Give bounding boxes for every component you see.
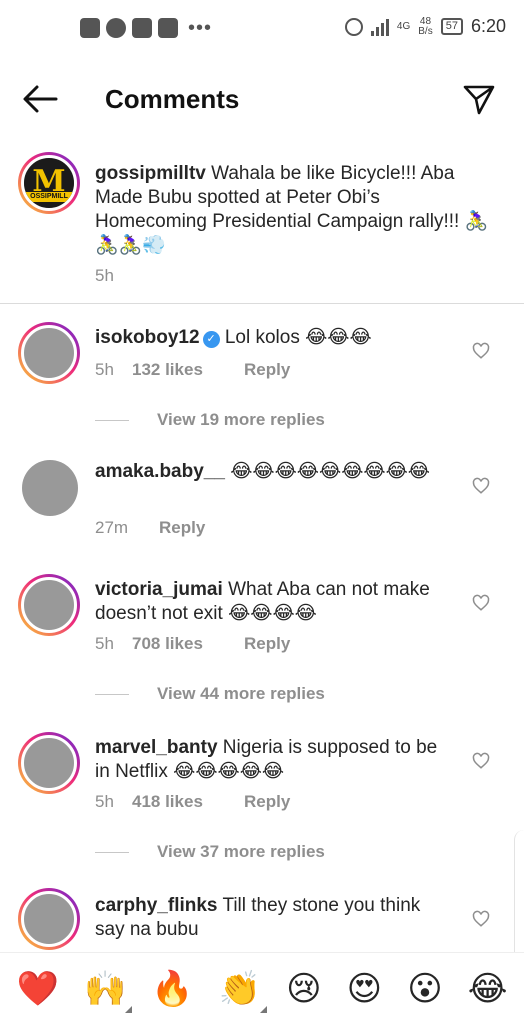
comment-text: victoria_jumai What Aba can not make doe… — [95, 578, 455, 626]
heart-outline-icon[interactable] — [472, 594, 490, 612]
username[interactable]: carphy_flinks — [95, 895, 218, 916]
clock: 6:20 — [470, 16, 506, 36]
timestamp: 5h — [95, 266, 114, 285]
reply-button[interactable]: Reply — [159, 518, 205, 538]
comment-body: 😂😂😂😂😂😂😂😂😂 — [230, 461, 431, 482]
network-type: 4G — [396, 20, 411, 32]
heart-outline-icon[interactable] — [472, 342, 490, 360]
raising-hands-emoji-button[interactable]: 🙌 — [84, 969, 133, 1013]
like-count[interactable]: 708 likes — [132, 634, 244, 654]
heart-outline-icon[interactable] — [472, 910, 490, 928]
username[interactable]: amaka.baby__ — [95, 461, 225, 482]
alarm-icon — [344, 17, 363, 36]
view-replies-label: View 19 more replies — [157, 410, 325, 429]
reply-button[interactable]: Reply — [244, 634, 290, 654]
heart-outline-icon[interactable] — [472, 477, 490, 495]
comment-text: amaka.baby__ 😂😂😂😂😂😂😂😂😂 — [95, 460, 455, 484]
laughing-emoji-button[interactable]: 😂 — [468, 969, 508, 1009]
timestamp: 5h — [95, 792, 114, 811]
divider — [95, 693, 129, 695]
divider — [95, 419, 129, 421]
avatar[interactable]: M OSSIPMILL — [18, 152, 80, 214]
heart-emoji-button[interactable]: ❤️ — [17, 969, 59, 1009]
comment-meta: 5h 418 likes Reply — [95, 792, 290, 812]
username[interactable]: marvel_banty — [95, 737, 218, 758]
app-n-icon — [132, 18, 152, 38]
status-bar: ••• 4G 48 B/s 57 6:20 — [0, 0, 524, 60]
clapping-emoji-button[interactable]: 👏 — [219, 969, 268, 1013]
message-icon — [80, 18, 100, 38]
username[interactable]: isokoboy12 — [95, 327, 200, 348]
page-title: Comments — [105, 84, 240, 114]
caption-text: gossipmilltv Wahala be like Bicycle!!! A… — [95, 162, 495, 258]
comment-meta: 5h 132 likes Reply — [95, 360, 290, 380]
comment-text: isokoboy12 ✓ Lol kolos 😂😂😂 — [95, 326, 455, 350]
divider — [95, 851, 129, 853]
verified-badge-icon: ✓ — [202, 331, 220, 348]
comment-text: carphy_flinks Till they stone you think … — [95, 894, 455, 942]
comments-header: Comments — [0, 70, 524, 130]
system-status: 4G 48 B/s 57 6:20 — [344, 15, 506, 37]
reply-button[interactable]: Reply — [244, 792, 290, 812]
comment-body: Lol kolos 😂😂😂 — [224, 327, 372, 348]
avatar[interactable] — [22, 460, 78, 516]
caption-meta: 5h — [95, 266, 132, 286]
avatar[interactable] — [18, 574, 80, 636]
view-replies-button[interactable]: View 37 more replies — [95, 842, 325, 862]
view-replies-label: View 37 more replies — [157, 842, 325, 861]
paper-plane-icon[interactable] — [462, 82, 496, 116]
view-replies-button[interactable]: View 19 more replies — [95, 410, 325, 430]
heart-eyes-emoji-button[interactable]: 😍 — [347, 969, 382, 1009]
comment-text: marvel_banty Nigeria is supposed to be i… — [95, 736, 455, 784]
more-notifications-icon: ••• — [188, 17, 213, 39]
avatar[interactable] — [18, 732, 80, 794]
arrow-left-icon[interactable] — [22, 84, 58, 114]
reply-button[interactable]: Reply — [244, 360, 290, 380]
timestamp: 27m — [95, 518, 129, 537]
battery-icon: 57 — [440, 18, 463, 35]
view-replies-button[interactable]: View 44 more replies — [95, 684, 325, 704]
avatar[interactable] — [18, 888, 80, 950]
like-count[interactable]: 132 likes — [132, 360, 244, 380]
crying-emoji-button[interactable]: 😢 — [286, 969, 321, 1009]
whatsapp-icon — [106, 18, 126, 38]
youtube-icon — [158, 18, 178, 38]
gossipmill-logo: M OSSIPMILL — [24, 158, 74, 208]
username[interactable]: victoria_jumai — [95, 579, 223, 600]
timestamp: 5h — [95, 634, 114, 653]
post-caption: M OSSIPMILL gossipmilltv Wahala be like … — [0, 152, 524, 304]
view-replies-label: View 44 more replies — [157, 684, 325, 703]
emoji-reaction-bar: ❤️ 🙌 🔥 👏 😢 😍 😮 😂 — [0, 952, 524, 1024]
comment-meta: 5h 708 likes Reply — [95, 634, 290, 654]
signal-icon — [370, 18, 389, 36]
fire-emoji-button[interactable]: 🔥 — [151, 969, 193, 1009]
comment-meta: 27m Reply — [95, 518, 205, 538]
surprised-emoji-button[interactable]: 😮 — [407, 969, 442, 1009]
heart-outline-icon[interactable] — [472, 752, 490, 770]
net-speed: 48 B/s — [418, 15, 433, 37]
like-count[interactable]: 418 likes — [132, 792, 244, 812]
avatar[interactable] — [18, 322, 80, 384]
timestamp: 5h — [95, 360, 114, 379]
notification-icons: ••• — [80, 18, 212, 38]
username[interactable]: gossipmilltv — [95, 163, 206, 184]
